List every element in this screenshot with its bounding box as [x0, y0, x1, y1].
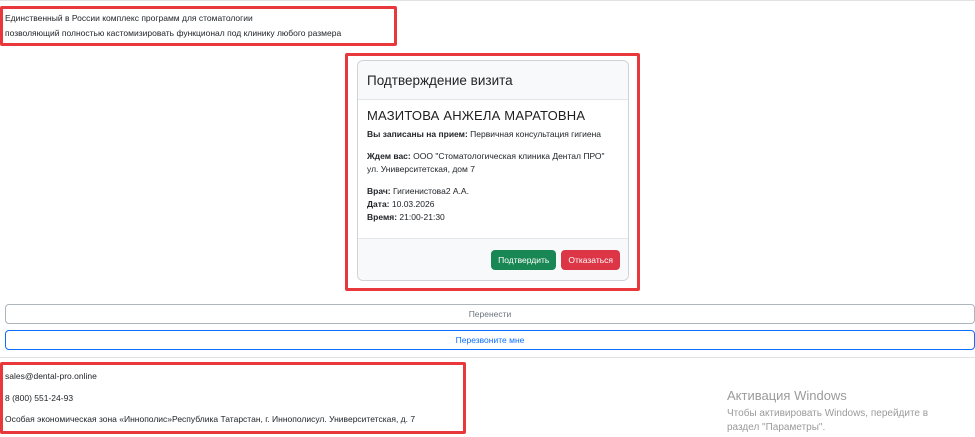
date-value: 10.03.2026 — [391, 199, 435, 209]
watermark-line-1: Чтобы активировать Windows, перейдите в — [727, 408, 929, 419]
clinic-address: ул. Университетская, дом 7 — [367, 164, 475, 174]
footer-address: Особая экономическая зона «Иннополис»Рес… — [5, 414, 416, 424]
time-label: Время: — [367, 212, 398, 222]
patient-name: МАЗИТОВА АНЖЕЛА МАРАТОВНА — [367, 108, 586, 123]
card-header: Подтверждение визита — [358, 61, 628, 100]
date-row: Дата: 10.03.2026 — [367, 198, 619, 211]
callback-button[interactable]: Перезвоните мне — [5, 330, 975, 350]
appointment-row: Вы записаны на прием: Первичная консульт… — [367, 128, 619, 141]
watermark-line-2: раздел "Параметры". — [727, 422, 826, 433]
footer-divider — [0, 357, 975, 358]
page: Единственный в России комплекс программ … — [0, 0, 975, 437]
date-label: Дата: — [367, 199, 390, 209]
waiting-label: Ждем вас: — [367, 151, 411, 161]
confirm-button[interactable]: Подтвердить — [491, 249, 557, 270]
reschedule-button[interactable]: Перенести — [5, 304, 975, 324]
watermark-title: Активация Windows — [727, 388, 847, 403]
top-divider — [0, 0, 975, 1]
footer-phone: 8 (800) 551-24-93 — [5, 393, 74, 403]
tagline-line-2: позволяющий полностью кастомизировать фу… — [5, 28, 342, 38]
card-footer: Подтвердить Отказаться — [358, 238, 628, 280]
time-value: 21:00-21:30 — [399, 212, 445, 222]
tagline-line-1: Единственный в России комплекс программ … — [5, 13, 253, 23]
visit-confirmation-card: Подтверждение визита МАЗИТОВА АНЖЕЛА МАР… — [357, 60, 629, 281]
appointment-label: Вы записаны на прием: — [367, 129, 468, 139]
clinic-name: ООО "Стоматологическая клиника Дентал ПР… — [413, 151, 605, 161]
decline-button[interactable]: Отказаться — [561, 249, 620, 270]
doctor-value: Гигиенистова2 А.А. — [393, 186, 469, 196]
tagline: Единственный в России комплекс программ … — [5, 11, 341, 41]
card-title: Подтверждение визита — [367, 72, 513, 88]
clinic-row: Ждем вас: ООО "Стоматологическая клиника… — [367, 150, 619, 163]
card-body: МАЗИТОВА АНЖЕЛА МАРАТОВНА Вы записаны на… — [358, 100, 628, 224]
appointment-value: Первичная консультация гигиена — [470, 129, 602, 139]
time-row: Время: 21:00-21:30 — [367, 211, 619, 224]
doctor-row: Врач: Гигиенистова2 А.А. — [367, 185, 619, 198]
doctor-label: Врач: — [367, 186, 391, 196]
windows-activation-watermark: Активация Windows Чтобы активировать Win… — [727, 388, 928, 435]
footer-email: sales@dental-pro.online — [5, 371, 97, 381]
